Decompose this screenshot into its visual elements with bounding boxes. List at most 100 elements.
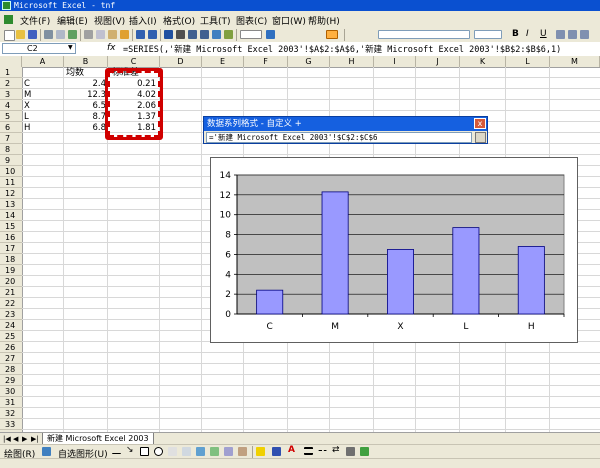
3d-icon[interactable] xyxy=(360,447,369,456)
autosum-icon[interactable] xyxy=(176,30,185,39)
cell-b3[interactable]: 12.3 xyxy=(64,90,106,101)
row-header-24[interactable]: 24 xyxy=(0,320,22,331)
row-header-19[interactable]: 19 xyxy=(0,265,22,276)
row-header-3[interactable]: 3 xyxy=(0,89,22,100)
bar-H[interactable] xyxy=(517,246,545,315)
sort-asc-icon[interactable] xyxy=(188,30,197,39)
formula-input[interactable]: =SERIES(,'新建 Microsoft Excel 2003'!$A$2:… xyxy=(123,43,561,55)
copy-icon[interactable] xyxy=(96,30,105,39)
menu-chart[interactable]: 图表(C) xyxy=(236,14,267,27)
column-header-i[interactable]: I xyxy=(374,56,416,67)
column-header-a[interactable]: A xyxy=(22,56,64,67)
fx-icon[interactable]: fx xyxy=(107,43,116,53)
zoom-box[interactable] xyxy=(240,30,262,39)
column-header-j[interactable]: J xyxy=(416,56,460,67)
align-center-icon[interactable] xyxy=(568,30,577,39)
bold-icon[interactable]: B xyxy=(512,29,521,39)
next-sheet-icon[interactable]: ▶ xyxy=(22,435,27,443)
format-painter-icon[interactable] xyxy=(120,30,129,39)
column-header-c[interactable]: C xyxy=(108,56,160,67)
cell-b4[interactable]: 6.5 xyxy=(64,101,106,112)
column-header-f[interactable]: F xyxy=(244,56,288,67)
menu-format[interactable]: 格式(O) xyxy=(163,14,195,27)
hyperlink-icon[interactable] xyxy=(164,30,173,39)
select-all-corner[interactable] xyxy=(0,56,22,67)
row-header-23[interactable]: 23 xyxy=(0,309,22,320)
close-icon[interactable]: x xyxy=(474,118,486,129)
row-header-6[interactable]: 6 xyxy=(0,122,22,133)
row-header-14[interactable]: 14 xyxy=(0,210,22,221)
menu-help[interactable]: 帮助(H) xyxy=(308,14,340,27)
cell-b1[interactable]: 均数 xyxy=(66,68,84,79)
wordart-icon[interactable] xyxy=(196,447,205,456)
row-header-1[interactable]: 1 xyxy=(0,67,22,78)
cell-a5[interactable]: L xyxy=(24,112,29,123)
align-right-icon[interactable] xyxy=(580,30,589,39)
column-header-l[interactable]: L xyxy=(506,56,550,67)
row-header-20[interactable]: 20 xyxy=(0,276,22,287)
oval-icon[interactable] xyxy=(154,447,163,456)
dialog-title[interactable]: 数据系列格式 - 自定义 + xyxy=(204,117,487,131)
cell-a4[interactable]: X xyxy=(24,101,30,112)
row-header-4[interactable]: 4 xyxy=(0,100,22,111)
redo-icon[interactable] xyxy=(148,30,157,39)
embedded-chart[interactable]: 0 2 4 6 8 10 12 14 C M X L H xyxy=(210,157,578,343)
bar-L[interactable] xyxy=(452,227,480,315)
row-header-11[interactable]: 11 xyxy=(0,177,22,188)
diagram-icon[interactable] xyxy=(210,447,219,456)
column-header-b[interactable]: B xyxy=(64,56,108,67)
row-header-12[interactable]: 12 xyxy=(0,188,22,199)
sort-desc-icon[interactable] xyxy=(200,30,209,39)
row-header-33[interactable]: 33 xyxy=(0,419,22,430)
name-box[interactable]: C2 xyxy=(2,43,76,54)
range-input[interactable]: ='新建 Microsoft Excel 2003'!$C$2:$C$6 xyxy=(206,132,472,143)
row-header-15[interactable]: 15 xyxy=(0,221,22,232)
line-icon[interactable] xyxy=(112,447,121,454)
column-header-e[interactable]: E xyxy=(202,56,244,67)
undo-icon[interactable] xyxy=(136,30,145,39)
row-header-8[interactable]: 8 xyxy=(0,144,22,155)
paste-icon[interactable] xyxy=(108,30,117,39)
last-sheet-icon[interactable]: ▶| xyxy=(31,435,39,443)
row-header-30[interactable]: 30 xyxy=(0,386,22,397)
row-header-7[interactable]: 7 xyxy=(0,133,22,144)
align-left-icon[interactable] xyxy=(556,30,565,39)
prev-sheet-icon[interactable]: ◀ xyxy=(13,435,18,443)
row-header-26[interactable]: 26 xyxy=(0,342,22,353)
row-header-16[interactable]: 16 xyxy=(0,232,22,243)
line-color-icon[interactable] xyxy=(272,447,281,456)
row-header-2[interactable]: 2 xyxy=(0,78,22,89)
font-name-select[interactable] xyxy=(378,30,470,39)
bar-M[interactable] xyxy=(321,191,349,315)
row-header-13[interactable]: 13 xyxy=(0,199,22,210)
row-header-22[interactable]: 22 xyxy=(0,298,22,309)
row-header-25[interactable]: 25 xyxy=(0,331,22,342)
cell-a6[interactable]: H xyxy=(24,123,30,134)
line-style-icon[interactable] xyxy=(304,447,313,455)
menu-view[interactable]: 视图(V) xyxy=(94,14,125,27)
save-icon[interactable] xyxy=(28,30,37,39)
italic-icon[interactable]: I xyxy=(526,29,535,39)
column-header-k[interactable]: K xyxy=(460,56,506,67)
chevron-down-icon[interactable]: ▼ xyxy=(68,44,73,51)
menu-file[interactable]: 文件(F) xyxy=(20,14,50,27)
open-icon[interactable] xyxy=(16,30,25,39)
arrow-style-icon[interactable]: ⇄ xyxy=(332,445,341,455)
row-header-18[interactable]: 18 xyxy=(0,254,22,265)
bar-X[interactable] xyxy=(387,249,414,315)
row-header-27[interactable]: 27 xyxy=(0,353,22,364)
vertical-textbox-icon[interactable] xyxy=(182,447,191,456)
column-header-g[interactable]: G xyxy=(288,56,330,67)
row-header-29[interactable]: 29 xyxy=(0,375,22,386)
collapse-dialog-button[interactable] xyxy=(475,132,486,143)
font-size-select[interactable] xyxy=(474,30,502,39)
font-color-icon[interactable]: A xyxy=(288,445,297,455)
column-header-h[interactable]: H xyxy=(330,56,374,67)
textbox-icon[interactable] xyxy=(168,447,177,456)
print-icon[interactable] xyxy=(44,30,53,39)
underline-icon[interactable]: U xyxy=(540,29,549,39)
menu-insert[interactable]: 插入(I) xyxy=(129,14,157,27)
fill-color-icon[interactable] xyxy=(256,447,265,456)
row-header-32[interactable]: 32 xyxy=(0,408,22,419)
highlighted-tool-icon[interactable] xyxy=(326,30,338,39)
